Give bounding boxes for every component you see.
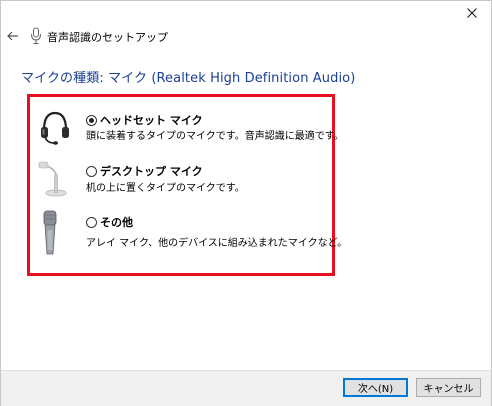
option-description: 頭に装着するタイプのマイクです。音声認識に最適です。 [86, 131, 344, 142]
page-heading: マイクの種類: マイク (Realtek High Definition Aud… [21, 71, 356, 86]
headset-option-radio[interactable]: ヘッドセット マイク [86, 112, 203, 128]
headset-icon [41, 111, 69, 145]
desktop-option-radio[interactable]: デスクトップ マイク [86, 163, 203, 179]
cancel-button[interactable]: キャンセル [416, 378, 481, 397]
microphone-icon [31, 27, 41, 44]
back-arrow-icon [7, 31, 18, 41]
handheld-microphone-icon [43, 210, 57, 255]
radio-button [86, 165, 97, 177]
radio-button [86, 114, 97, 126]
other-option-radio[interactable]: その他 [86, 214, 133, 230]
close-button[interactable] [452, 0, 492, 26]
option-label: デスクトップ マイク [100, 165, 203, 178]
option-label: その他 [100, 216, 133, 229]
desktop-microphone-icon [38, 161, 67, 197]
back-button[interactable] [2, 26, 24, 46]
option-description: アレイ マイク、他のデバイスに組み込まれたマイクなど。 [86, 238, 348, 249]
close-icon [467, 8, 477, 18]
next-button[interactable]: 次へ(N) [343, 378, 408, 397]
option-label: ヘッドセット マイク [100, 114, 203, 127]
option-description: 机の上に置くタイプのマイクです。 [86, 183, 245, 194]
window-title: 音声認識のセットアップ [47, 31, 168, 44]
radio-button [86, 216, 97, 228]
